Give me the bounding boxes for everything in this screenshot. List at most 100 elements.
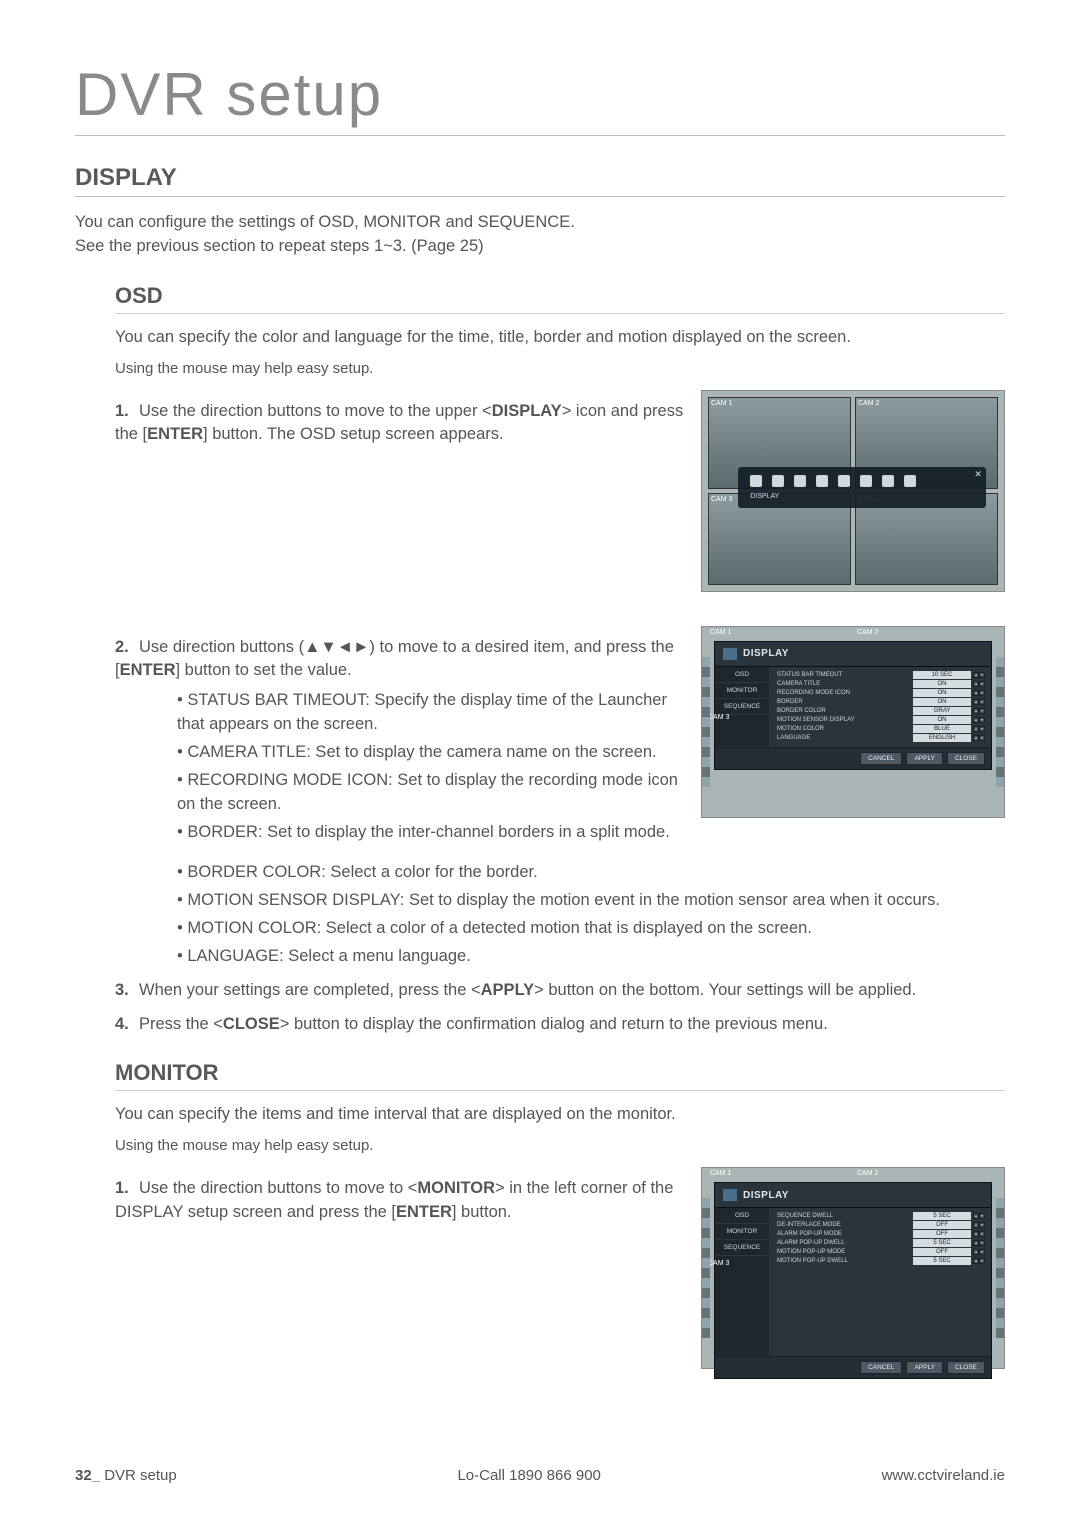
cancel-button[interactable]: CANCEL bbox=[860, 1361, 902, 1374]
monitor-dialog: DISPLAY OSD MONITOR SEQUENCE SEQUENCE DW… bbox=[714, 1182, 992, 1379]
row-key: BORDER bbox=[777, 699, 913, 705]
page-number: 32_ bbox=[75, 1467, 100, 1484]
settings-row: BORDERON▴▾ bbox=[777, 698, 985, 706]
row-key: RECORDING MODE ICON bbox=[777, 690, 913, 696]
t: APPLY bbox=[481, 981, 535, 999]
bul: MOTION SENSOR DISPLAY: Set to display th… bbox=[177, 889, 1005, 913]
sidebar-sequence[interactable]: SEQUENCE bbox=[715, 1240, 769, 1256]
row-value[interactable]: OFF bbox=[913, 1221, 971, 1229]
row-key: SEQUENCE DWELL bbox=[777, 1213, 913, 1219]
row-value[interactable]: GRAY bbox=[913, 707, 971, 715]
spinner-down-icon[interactable]: ▾ bbox=[979, 1213, 985, 1219]
row-key: STATUS BAR TIMEOUT bbox=[777, 672, 913, 678]
sidebar-monitor[interactable]: MONITOR bbox=[715, 1224, 769, 1240]
settings-row: CAMERA TITLEON▴▾ bbox=[777, 680, 985, 688]
row-value[interactable]: 5 SEC bbox=[913, 1212, 971, 1220]
step-num: 3. bbox=[115, 979, 139, 1003]
launcher-icon[interactable] bbox=[816, 475, 828, 487]
row-value[interactable]: ON bbox=[913, 716, 971, 724]
spinner-down-icon[interactable]: ▾ bbox=[979, 690, 985, 696]
spinner-down-icon[interactable]: ▾ bbox=[979, 681, 985, 687]
monitor-note: Using the mouse may help easy setup. bbox=[115, 1135, 1005, 1157]
spinner-down-icon[interactable]: ▾ bbox=[979, 708, 985, 714]
dlg-sidebar: OSD MONITOR SEQUENCE bbox=[715, 1208, 769, 1356]
settings-row: ALARM POP-UP MODEOFF▴▾ bbox=[777, 1230, 985, 1238]
sidebar-osd[interactable]: OSD bbox=[715, 1208, 769, 1224]
cancel-button[interactable]: CANCEL bbox=[860, 752, 902, 765]
display-intro1: You can configure the settings of OSD, M… bbox=[75, 211, 1005, 235]
bul: CAMERA TITLE: Set to display the camera … bbox=[177, 741, 687, 765]
sidebar-monitor[interactable]: MONITOR bbox=[715, 683, 769, 699]
launcher-icon[interactable] bbox=[860, 475, 872, 487]
sidebar-osd[interactable]: OSD bbox=[715, 667, 769, 683]
dlg-sidebar: OSD MONITOR SEQUENCE bbox=[715, 667, 769, 747]
apply-button[interactable]: APPLY bbox=[906, 752, 942, 765]
row-value[interactable]: BLUE bbox=[913, 725, 971, 733]
row-value[interactable]: ON bbox=[913, 680, 971, 688]
t: ENTER bbox=[396, 1203, 452, 1221]
row-value[interactable]: 5 SEC bbox=[913, 1239, 971, 1247]
settings-row: ALARM POP-UP DWELL5 SEC▴▾ bbox=[777, 1239, 985, 1247]
apply-button[interactable]: APPLY bbox=[906, 1361, 942, 1374]
spinner-down-icon[interactable]: ▾ bbox=[979, 1222, 985, 1228]
footer-phone: Lo-Call 1890 866 900 bbox=[457, 1467, 600, 1484]
osd-step1: 1.Use the direction buttons to move to t… bbox=[115, 400, 687, 448]
close-icon[interactable]: ✕ bbox=[974, 469, 982, 480]
row-value[interactable]: ENGLISH bbox=[913, 734, 971, 742]
row-value[interactable]: ON bbox=[913, 689, 971, 697]
bul: RECORDING MODE ICON: Set to display the … bbox=[177, 769, 687, 817]
t: ] button to set the value. bbox=[176, 661, 352, 679]
row-key: MOTION POP-UP DWELL bbox=[777, 1258, 913, 1264]
settings-row: RECORDING MODE ICONON▴▾ bbox=[777, 689, 985, 697]
launcher-icons bbox=[744, 475, 980, 487]
step-num: 4. bbox=[115, 1013, 139, 1037]
spinner-down-icon[interactable]: ▾ bbox=[979, 1249, 985, 1255]
page-label: DVR setup bbox=[100, 1467, 177, 1484]
launcher-icon[interactable] bbox=[794, 475, 806, 487]
spinner-down-icon[interactable]: ▾ bbox=[979, 1258, 985, 1264]
launcher-icon[interactable] bbox=[904, 475, 916, 487]
section-display-heading: DISPLAY bbox=[75, 164, 1005, 197]
settings-row: STATUS BAR TIMEOUT10 SEC▴▾ bbox=[777, 671, 985, 679]
display-intro2: See the previous section to repeat steps… bbox=[75, 235, 1005, 259]
row-key: MOTION SENSOR DISPLAY bbox=[777, 717, 913, 723]
row-value[interactable]: OFF bbox=[913, 1248, 971, 1256]
spinner-down-icon[interactable]: ▾ bbox=[979, 1231, 985, 1237]
row-key: ALARM POP-UP MODE bbox=[777, 1231, 913, 1237]
spinner-down-icon[interactable]: ▾ bbox=[979, 1240, 985, 1246]
row-key: MOTION COLOR bbox=[777, 726, 913, 732]
row-value[interactable]: OFF bbox=[913, 1230, 971, 1238]
cam-label: CAM 2 bbox=[858, 400, 879, 407]
row-key: BORDER COLOR bbox=[777, 708, 913, 714]
bul: STATUS BAR TIMEOUT: Specify the display … bbox=[177, 689, 687, 737]
sidebar-sequence[interactable]: SEQUENCE bbox=[715, 699, 769, 715]
launcher-icon[interactable] bbox=[882, 475, 894, 487]
step-num: 2. bbox=[115, 636, 139, 660]
row-key: LANGUAGE bbox=[777, 735, 913, 741]
bul: BORDER: Set to display the inter-channel… bbox=[177, 821, 687, 845]
spinner-down-icon[interactable]: ▾ bbox=[979, 699, 985, 705]
t: > button on the bottom. Your settings wi… bbox=[534, 981, 916, 999]
t: Use the direction buttons to move to the… bbox=[139, 402, 482, 420]
row-value[interactable]: 5 SEC bbox=[913, 1257, 971, 1265]
close-button[interactable]: CLOSE bbox=[947, 752, 985, 765]
launcher-icon[interactable] bbox=[750, 475, 762, 487]
spinner-down-icon[interactable]: ▾ bbox=[979, 717, 985, 723]
spinner-down-icon[interactable]: ▾ bbox=[979, 672, 985, 678]
settings-row: MOTION POP-UP MODEOFF▴▾ bbox=[777, 1248, 985, 1256]
osd-heading: OSD bbox=[115, 283, 1005, 314]
edge-strip bbox=[702, 657, 710, 787]
launcher-icon[interactable] bbox=[838, 475, 850, 487]
t: DISPLAY bbox=[492, 402, 562, 420]
settings-row: DE-INTERLACE MODEOFF▴▾ bbox=[777, 1221, 985, 1229]
row-value[interactable]: 10 SEC bbox=[913, 671, 971, 679]
cam-label: CAM 3 bbox=[711, 496, 732, 503]
osd-step2: 2.Use direction buttons (▲▼◄►) to move t… bbox=[115, 636, 687, 845]
spinner-down-icon[interactable]: ▾ bbox=[979, 735, 985, 741]
launcher-icon[interactable] bbox=[772, 475, 784, 487]
spinner-down-icon[interactable]: ▾ bbox=[979, 726, 985, 732]
display-icon bbox=[723, 648, 737, 660]
close-button[interactable]: CLOSE bbox=[947, 1361, 985, 1374]
cam-label: CAM 2 bbox=[857, 629, 878, 636]
row-value[interactable]: ON bbox=[913, 698, 971, 706]
